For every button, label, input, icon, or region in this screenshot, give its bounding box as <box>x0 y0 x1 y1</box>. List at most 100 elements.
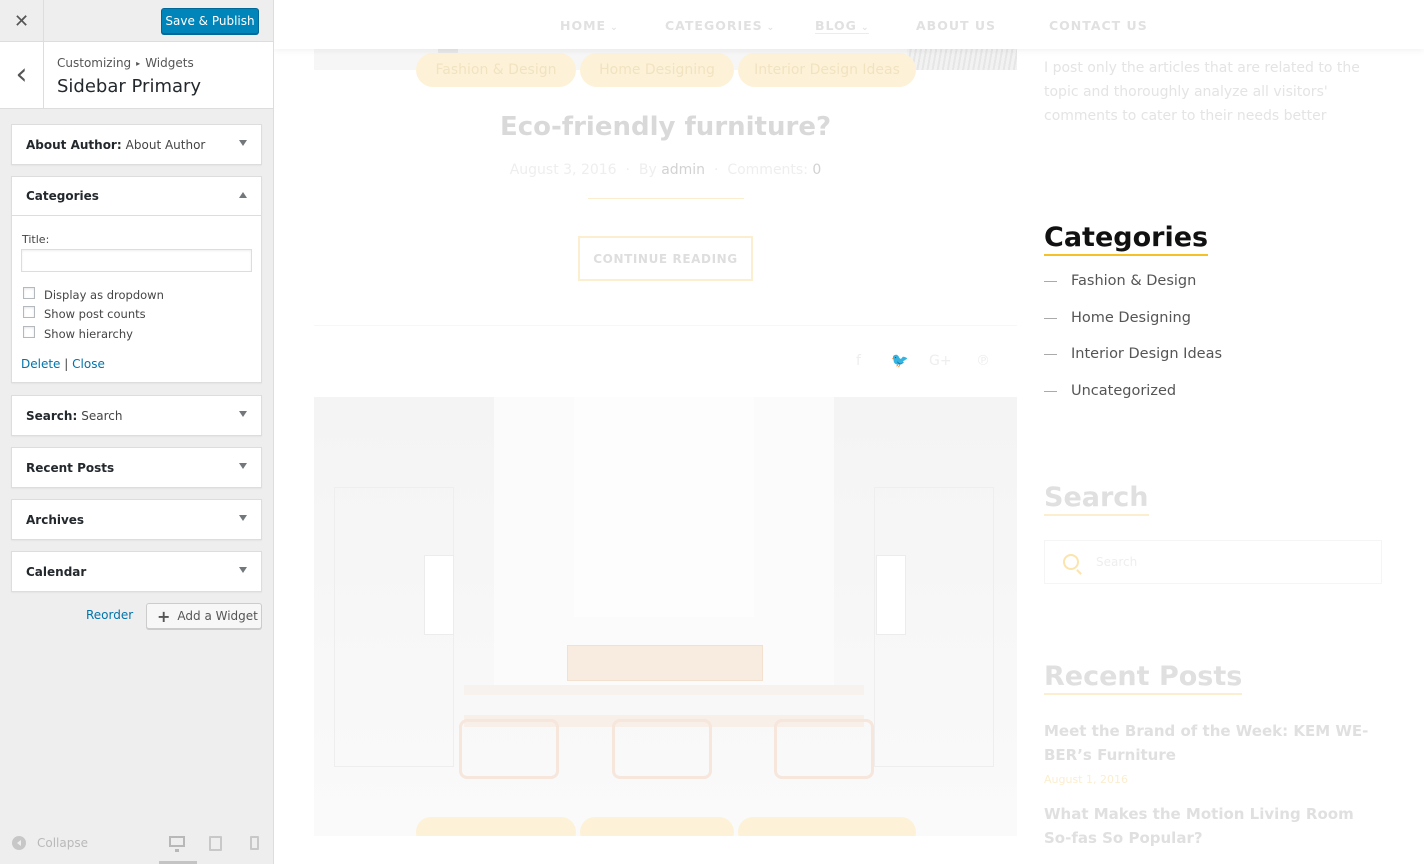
chevron-left-icon: ‹ <box>15 57 28 92</box>
breadcrumb-current: Widgets <box>145 56 194 70</box>
widget-header-categories[interactable]: Categories <box>12 177 261 216</box>
widget-title: About Author <box>125 137 206 152</box>
widget-categories: Categories Title: Display as dropdown Sh… <box>11 176 262 383</box>
search-icon <box>1063 554 1079 570</box>
post-author[interactable]: admin <box>661 162 705 178</box>
widget-search: Search: Search <box>11 395 262 436</box>
breadcrumb-separator-icon: ▸ <box>136 59 141 68</box>
nav-label: ABOUT US <box>916 18 997 33</box>
widget-header-about-author[interactable]: About Author: About Author <box>12 125 261 164</box>
pinterest-icon[interactable]: ℗ <box>976 353 990 369</box>
checkbox[interactable] <box>23 326 35 338</box>
mobile-icon[interactable] <box>250 836 259 850</box>
tablet-icon[interactable] <box>209 836 222 851</box>
widget-calendar: Calendar <box>11 551 262 592</box>
widget-name: Categories <box>26 189 99 203</box>
option-show-hierarchy[interactable]: Show hierarchy <box>23 326 133 341</box>
expand-arrow-icon[interactable] <box>239 567 247 573</box>
option-display-dropdown[interactable]: Display as dropdown <box>23 287 164 302</box>
widget-header-calendar[interactable]: Calendar <box>12 552 261 591</box>
widget-name: Recent Posts <box>26 460 115 475</box>
nav-label: HOME <box>560 18 607 33</box>
sidebar-search-input[interactable]: Search <box>1044 540 1382 584</box>
customizer-footer: Collapse <box>0 826 273 864</box>
chevron-down-icon: ⌄ <box>766 23 776 33</box>
save-publish-button[interactable]: Save & Publish <box>161 8 259 34</box>
widget-header-archives[interactable]: Archives <box>12 500 261 539</box>
chevron-down-icon: ⌄ <box>610 23 619 33</box>
post-category-pill[interactable]: Interior Design Ideas <box>738 53 916 87</box>
widget-header-recent-posts[interactable]: Recent Posts <box>12 448 261 487</box>
checkbox[interactable] <box>23 306 35 318</box>
post-comments-count[interactable]: 0 <box>812 162 821 178</box>
option-label: Show post counts <box>44 307 146 321</box>
widget-archives: Archives <box>11 499 262 540</box>
nav-categories[interactable]: CATEGORIES ⌄ <box>665 18 775 33</box>
facebook-icon[interactable]: f <box>856 353 861 369</box>
link-separator: | <box>64 357 69 371</box>
nav-label: CATEGORIES <box>665 18 763 33</box>
recent-posts-widget-title: Recent Posts <box>1044 661 1243 695</box>
collapse-button[interactable]: Collapse <box>12 836 88 850</box>
divider <box>314 325 1017 326</box>
add-widget-label: Add a Widget <box>177 609 258 623</box>
nav-blog[interactable]: BLOG ⌄ <box>815 18 870 34</box>
nav-home[interactable]: HOME ⌄ <box>560 18 619 33</box>
option-label: Display as dropdown <box>44 288 164 302</box>
nav-label: CONTACT US <box>1049 18 1148 33</box>
recent-post-link[interactable]: What Makes the Motion Living Room So-fas… <box>1044 802 1384 850</box>
widget-form-categories: Title: Display as dropdown Show post cou… <box>12 216 261 382</box>
section-title: Sidebar Primary <box>57 76 202 97</box>
post-category-pill[interactable]: Home Designing <box>580 53 734 87</box>
widget-about-author: About Author: About Author <box>11 124 262 165</box>
recent-post-link[interactable]: Meet the Brand of the Week: KEM WE-BER’s… <box>1044 719 1384 767</box>
collapse-label: Collapse <box>37 836 88 850</box>
nav-contact-us[interactable]: CONTACT US <box>1049 18 1148 33</box>
expand-arrow-icon[interactable] <box>239 140 247 146</box>
nav-about-us[interactable]: ABOUT US <box>916 18 996 33</box>
reorder-link[interactable]: Reorder <box>86 608 133 622</box>
add-widget-button[interactable]: + Add a Widget <box>146 603 262 629</box>
widget-name: Archives <box>26 512 85 527</box>
expand-arrow-icon[interactable] <box>239 515 247 521</box>
nav-label: BLOG <box>815 18 857 33</box>
recent-post-date: August 1, 2016 <box>1044 773 1128 786</box>
widget-header-search[interactable]: Search: Search <box>12 396 261 435</box>
desktop-icon[interactable] <box>169 836 185 852</box>
widget-control-links: Delete | Close <box>21 357 105 371</box>
expand-arrow-icon[interactable] <box>239 463 247 469</box>
expand-arrow-icon[interactable] <box>239 411 247 417</box>
site-navbar: HOME ⌄ CATEGORIES ⌄ BLOG ⌄ ABOUT US CONTACT… <box>274 0 1424 49</box>
google-plus-icon[interactable]: G+ <box>929 353 952 369</box>
plus-icon: + <box>157 606 171 626</box>
sidebar-category-link[interactable]: Home Designing <box>1044 310 1191 326</box>
customizer-header: ✕ Save & Publish <box>0 0 273 42</box>
checkbox[interactable] <box>23 287 35 299</box>
widget-recent-posts: Recent Posts <box>11 447 262 488</box>
back-button[interactable]: ‹ <box>0 42 44 108</box>
customizer-panel: ✕ Save & Publish ‹ Customizing ▸ Widgets S… <box>0 0 274 864</box>
close-customizer-button[interactable]: ✕ <box>0 0 44 42</box>
post-featured-image[interactable] <box>314 397 1017 836</box>
title-field-label: Title: <box>22 233 50 246</box>
widget-title: Search <box>81 408 123 423</box>
close-link[interactable]: Close <box>72 357 105 371</box>
delete-link[interactable]: Delete <box>21 357 60 371</box>
twitter-icon[interactable]: 🐦 <box>891 353 908 369</box>
post-title[interactable]: Eco-friendly furniture? <box>314 112 1017 142</box>
collapse-arrow-icon <box>12 836 26 850</box>
sidebar-category-link[interactable]: Uncategorized <box>1044 383 1176 399</box>
option-label: Show hierarchy <box>44 327 133 341</box>
continue-reading-button[interactable]: CONTINUE READING <box>578 236 753 281</box>
collapse-arrow-icon[interactable] <box>239 192 247 198</box>
option-show-post-counts[interactable]: Show post counts <box>23 306 146 321</box>
search-widget-title: Search <box>1044 482 1149 516</box>
site-preview: HOME ⌄ CATEGORIES ⌄ BLOG ⌄ ABOUT US CONTACT… <box>274 0 1424 864</box>
sidebar-category-link[interactable]: Fashion & Design <box>1044 273 1196 289</box>
chevron-down-icon: ⌄ <box>860 23 870 33</box>
sidebar-category-link[interactable]: Interior Design Ideas <box>1044 346 1222 362</box>
title-input[interactable] <box>21 249 252 272</box>
widget-name: Search <box>26 408 73 423</box>
post-category-pill[interactable]: Fashion & Design <box>416 53 576 87</box>
widget-name: Calendar <box>26 564 87 579</box>
